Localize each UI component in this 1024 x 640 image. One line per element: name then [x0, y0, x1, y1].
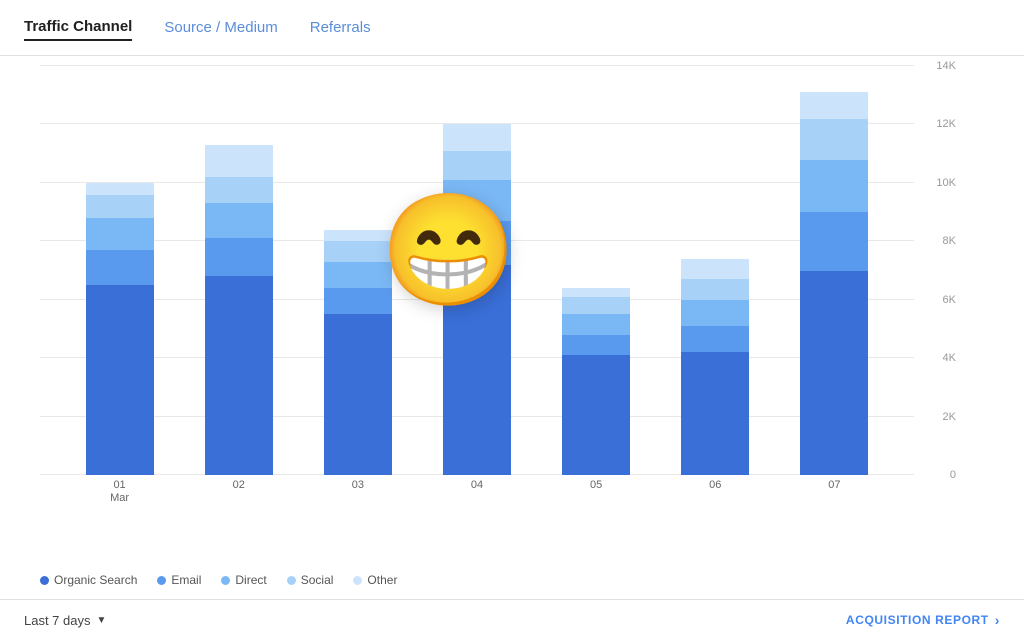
legend-item: Direct [221, 573, 266, 587]
bar-segment-other [443, 124, 511, 150]
x-label: 01Mar [80, 475, 160, 505]
bar-segment-organic [324, 314, 392, 475]
bar-stack[interactable] [443, 124, 511, 475]
report-label: ACQUISITION REPORT [846, 613, 989, 627]
bar-stack[interactable] [205, 145, 273, 475]
y-label: 10K [936, 177, 956, 189]
bar-segment-social [800, 119, 868, 160]
bar-segment-organic [205, 276, 273, 475]
bar-segment-organic [562, 355, 630, 475]
bar-group [318, 66, 398, 475]
period-label: Last 7 days [24, 613, 91, 628]
y-label: 6K [943, 294, 956, 306]
y-axis: 02K4K6K8K10K12K14K [914, 66, 964, 475]
x-label: 06 [675, 475, 755, 505]
legend-label: Organic Search [54, 573, 137, 587]
bar-segment-other [86, 183, 154, 195]
bar-stack[interactable] [681, 259, 749, 475]
bar-segment-email [86, 250, 154, 285]
y-label: 2K [943, 411, 956, 423]
bar-segment-direct [681, 300, 749, 326]
x-label: 07 [794, 475, 874, 505]
main-container: Traffic Channel Source / Medium Referral… [0, 0, 1024, 640]
bar-stack[interactable] [324, 230, 392, 475]
bar-stack[interactable] [86, 183, 154, 475]
bar-segment-social [562, 297, 630, 315]
legend-label: Other [367, 573, 397, 587]
bar-stack[interactable] [800, 92, 868, 475]
header-tabs: Traffic Channel Source / Medium Referral… [0, 0, 1024, 56]
bar-segment-direct [800, 160, 868, 213]
chevron-down-icon: ▼ [97, 615, 107, 626]
chart-area: 02K4K6K8K10K12K14K 01Mar020304050607 😁 [0, 56, 1024, 565]
bar-segment-direct [86, 218, 154, 250]
footer: Last 7 days ▼ ACQUISITION REPORT › [0, 599, 1024, 640]
bar-segment-email [681, 326, 749, 352]
bar-segment-other [800, 92, 868, 118]
x-label: 03 [318, 475, 398, 505]
y-label: 8K [943, 235, 956, 247]
legend-item: Email [157, 573, 201, 587]
legend-dot [353, 576, 362, 585]
y-label: 12K [936, 118, 956, 130]
bar-segment-email [205, 238, 273, 276]
x-label: 05 [556, 475, 636, 505]
bar-stack[interactable] [562, 288, 630, 475]
bar-group [80, 66, 160, 475]
bar-segment-direct [324, 262, 392, 288]
bar-segment-organic [800, 271, 868, 475]
legend-dot [40, 576, 49, 585]
legend-item: Social [287, 573, 334, 587]
legend-dot [287, 576, 296, 585]
bar-segment-organic [443, 265, 511, 475]
legend-label: Social [301, 573, 334, 587]
chart-inner: 02K4K6K8K10K12K14K 01Mar020304050607 😁 [40, 66, 964, 505]
bar-group [556, 66, 636, 475]
bar-segment-organic [681, 352, 749, 475]
bar-segment-other [681, 259, 749, 279]
bar-group [794, 66, 874, 475]
bar-segment-direct [562, 314, 630, 334]
bar-segment-email [443, 221, 511, 265]
acquisition-report-link[interactable]: ACQUISITION REPORT › [846, 612, 1000, 628]
legend: Organic Search Email Direct Social Other [0, 565, 1024, 599]
bar-segment-other [205, 145, 273, 177]
legend-item: Other [353, 573, 397, 587]
tab-source-medium[interactable]: Source / Medium [164, 19, 277, 40]
bar-group [437, 66, 517, 475]
bar-segment-social [86, 195, 154, 218]
legend-item: Organic Search [40, 573, 137, 587]
bar-segment-other [324, 230, 392, 242]
bar-segment-social [205, 177, 273, 203]
bar-segment-social [681, 279, 749, 299]
bar-segment-email [800, 212, 868, 270]
bar-segment-social [324, 241, 392, 261]
tab-referrals[interactable]: Referrals [310, 19, 371, 40]
bar-segment-organic [86, 285, 154, 475]
y-label: 14K [936, 60, 956, 72]
y-label: 4K [943, 352, 956, 364]
x-label: 02 [199, 475, 279, 505]
chevron-right-icon: › [995, 612, 1000, 628]
y-label: 0 [950, 469, 956, 481]
bar-segment-direct [205, 203, 273, 238]
x-axis: 01Mar 02 03 04 05 06 07 [40, 475, 914, 505]
bar-segment-email [562, 335, 630, 355]
bar-segment-direct [443, 180, 511, 221]
bar-group [675, 66, 755, 475]
bar-segment-other [562, 288, 630, 297]
bars-container [40, 66, 914, 475]
bar-segment-social [443, 151, 511, 180]
legend-label: Direct [235, 573, 266, 587]
x-label: 04 [437, 475, 517, 505]
legend-dot [221, 576, 230, 585]
legend-dot [157, 576, 166, 585]
legend-label: Email [171, 573, 201, 587]
tab-traffic-channel[interactable]: Traffic Channel [24, 18, 132, 41]
period-selector[interactable]: Last 7 days ▼ [24, 613, 106, 628]
bar-group [199, 66, 279, 475]
bar-segment-email [324, 288, 392, 314]
